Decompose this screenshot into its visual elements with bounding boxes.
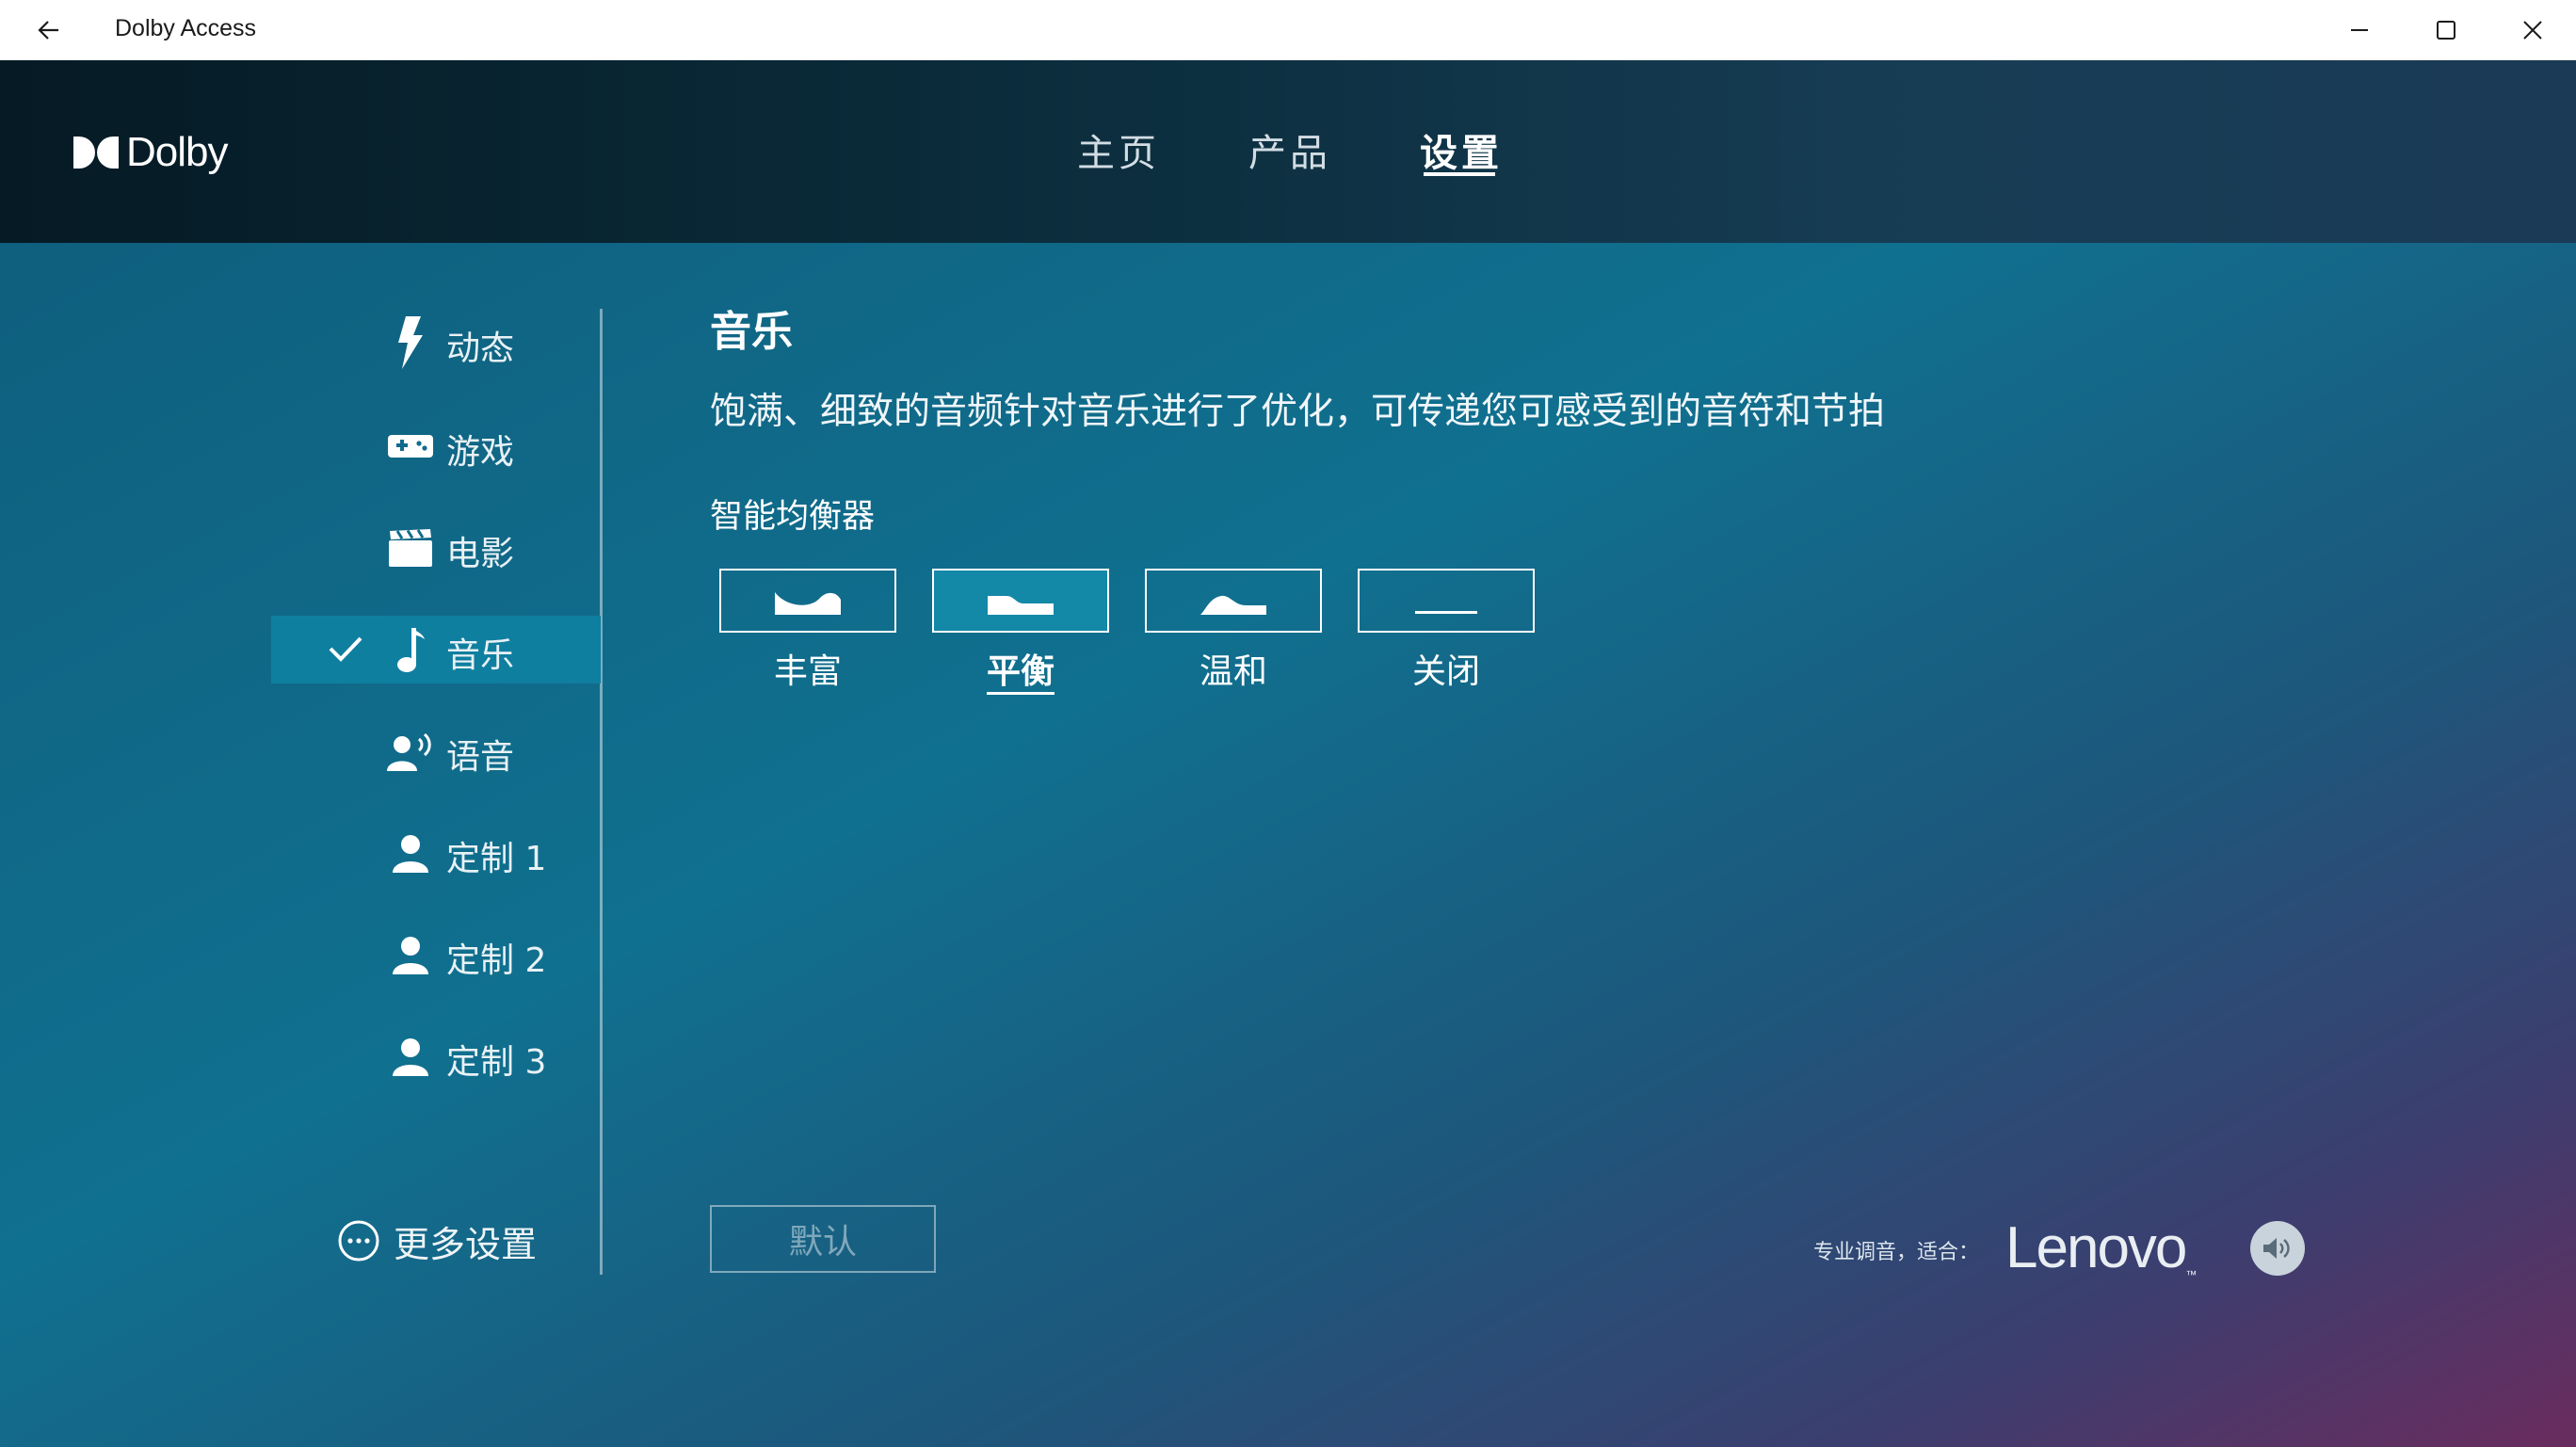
minimize-icon <box>2351 29 2368 31</box>
sidebar-item-label: 音乐 <box>446 636 515 675</box>
app-window: Dolby Access Dolby 主页 产品 设置 动态 游戏 电影 音乐 … <box>0 0 2576 1447</box>
window-title: Dolby Access <box>115 15 257 41</box>
eq-option-rich[interactable]: 丰富 <box>719 569 896 693</box>
eq-curve-rich-icon <box>775 592 841 615</box>
nav-home[interactable]: 主页 <box>1077 122 1160 177</box>
speaker-button[interactable] <box>2250 1221 2305 1276</box>
eq-curve-gentle-icon <box>1200 595 1266 615</box>
minimize-button[interactable] <box>2316 0 2403 60</box>
eq-option-gentle[interactable]: 温和 <box>1145 569 1322 693</box>
maximize-button[interactable] <box>2403 0 2489 60</box>
eq-preset-button[interactable] <box>719 569 896 633</box>
tuned-for-label: 专业调音，适合： <box>1813 1241 1980 1264</box>
sidebar-item-label: 游戏 <box>446 433 515 472</box>
more-options-icon <box>338 1220 379 1262</box>
lenovo-logo-text: Lenovo <box>2005 1215 2187 1280</box>
default-button[interactable]: 默认 <box>710 1205 936 1273</box>
sidebar-item-label: 定制 1 <box>446 840 547 878</box>
eq-option-label: 关闭 <box>1411 652 1480 691</box>
sidebar-item-label: 定制 3 <box>446 1043 547 1082</box>
person-icon <box>384 830 437 876</box>
sidebar-item-movies[interactable]: 电影 <box>271 514 601 582</box>
eq-option-label: 平衡 <box>986 652 1055 691</box>
lightning-icon <box>384 316 437 369</box>
more-settings-link[interactable]: 更多设置 <box>337 1214 537 1267</box>
eq-option-label: 温和 <box>1199 652 1267 691</box>
nav-active-underline <box>1424 172 1495 176</box>
close-icon <box>2523 21 2542 40</box>
sidebar-item-label: 动态 <box>446 330 515 368</box>
voice-icon <box>384 729 437 774</box>
lenovo-logo: Lenovo™ <box>2005 1214 2197 1281</box>
eq-curve-balanced-icon <box>988 596 1054 615</box>
page-title: 音乐 <box>710 308 793 356</box>
equalizer-title: 智能均衡器 <box>710 498 876 536</box>
dolby-logo: Dolby <box>73 129 228 175</box>
speaker-icon <box>2263 1238 2290 1259</box>
title-bar: Dolby Access <box>0 0 2576 61</box>
checkmark-icon <box>328 633 363 671</box>
trademark-mark: ™ <box>2185 1268 2197 1281</box>
eq-preset-button[interactable] <box>1145 569 1322 633</box>
sidebar-item-label: 定制 2 <box>446 941 547 980</box>
dolby-double-d-icon <box>73 137 119 169</box>
music-note-icon <box>384 627 437 672</box>
eq-flat-line-icon <box>1415 611 1477 614</box>
sidebar-item-label: 电影 <box>446 535 515 573</box>
clapperboard-icon <box>384 525 437 571</box>
sidebar-item-custom-1[interactable]: 定制 1 <box>271 819 601 887</box>
person-icon <box>384 1034 437 1079</box>
sidebar-item-custom-3[interactable]: 定制 3 <box>271 1022 601 1090</box>
gamepad-icon <box>384 424 437 469</box>
back-arrow-icon <box>38 21 58 40</box>
logo-text: Dolby <box>126 129 228 175</box>
sidebar-item-custom-2[interactable]: 定制 2 <box>271 921 601 989</box>
nav-settings[interactable]: 设置 <box>1420 122 1503 177</box>
nav-products[interactable]: 产品 <box>1248 122 1331 177</box>
page-description: 饱满、细致的音频针对音乐进行了优化，可传递您可感受到的音符和节拍 <box>710 391 1886 433</box>
eq-option-off[interactable]: 关闭 <box>1358 569 1535 693</box>
more-settings-label: 更多设置 <box>394 1223 538 1265</box>
maximize-icon <box>2437 21 2455 40</box>
eq-option-balanced[interactable]: 平衡 <box>932 569 1109 693</box>
eq-preset-button[interactable] <box>1358 569 1535 633</box>
sidebar-item-games[interactable]: 游戏 <box>271 412 601 480</box>
eq-preset-button[interactable] <box>932 569 1109 633</box>
app-header: Dolby 主页 产品 设置 <box>0 60 2576 243</box>
sidebar-item-music[interactable]: 音乐 <box>271 616 601 683</box>
sidebar-item-dynamic[interactable]: 动态 <box>271 309 601 377</box>
back-button[interactable] <box>28 9 70 51</box>
sidebar-item-label: 语音 <box>446 738 515 777</box>
eq-option-label: 丰富 <box>773 652 842 691</box>
sidebar-item-voice[interactable]: 语音 <box>271 717 601 785</box>
person-icon <box>384 932 437 977</box>
close-button[interactable] <box>2489 0 2576 60</box>
